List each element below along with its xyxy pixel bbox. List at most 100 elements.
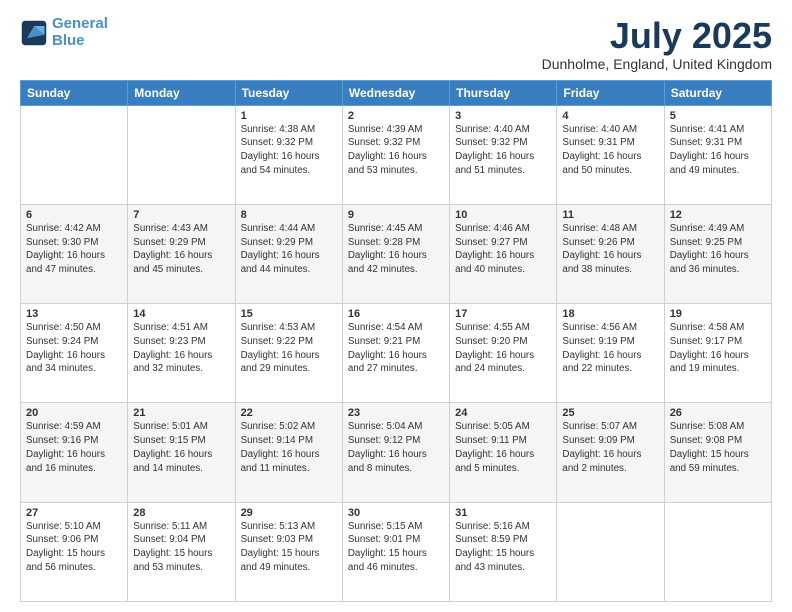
day-info: Sunrise: 4:40 AM Sunset: 9:32 PM Dayligh… [455, 123, 551, 178]
calendar-cell: 3Sunrise: 4:40 AM Sunset: 9:32 PM Daylig… [450, 105, 557, 204]
calendar-cell: 21Sunrise: 5:01 AM Sunset: 9:15 PM Dayli… [128, 403, 235, 502]
day-info: Sunrise: 4:40 AM Sunset: 9:31 PM Dayligh… [562, 123, 658, 178]
day-number: 6 [26, 209, 122, 221]
day-number: 30 [348, 507, 444, 519]
calendar-cell: 4Sunrise: 4:40 AM Sunset: 9:31 PM Daylig… [557, 105, 664, 204]
day-number: 23 [348, 407, 444, 419]
day-number: 12 [670, 209, 766, 221]
calendar-cell [557, 502, 664, 601]
calendar-cell: 10Sunrise: 4:46 AM Sunset: 9:27 PM Dayli… [450, 204, 557, 303]
day-info: Sunrise: 4:48 AM Sunset: 9:26 PM Dayligh… [562, 222, 658, 277]
calendar-cell: 23Sunrise: 5:04 AM Sunset: 9:12 PM Dayli… [342, 403, 449, 502]
logo-text: General Blue [52, 16, 108, 49]
logo-blue: Blue [52, 32, 85, 49]
calendar-table: SundayMondayTuesdayWednesdayThursdayFrid… [20, 80, 772, 602]
day-number: 8 [241, 209, 337, 221]
day-number: 31 [455, 507, 551, 519]
calendar-cell: 26Sunrise: 5:08 AM Sunset: 9:08 PM Dayli… [664, 403, 771, 502]
day-number: 13 [26, 308, 122, 320]
calendar-cell: 6Sunrise: 4:42 AM Sunset: 9:30 PM Daylig… [21, 204, 128, 303]
logo-general: General [52, 15, 108, 32]
calendar-cell: 2Sunrise: 4:39 AM Sunset: 9:32 PM Daylig… [342, 105, 449, 204]
calendar-cell: 24Sunrise: 5:05 AM Sunset: 9:11 PM Dayli… [450, 403, 557, 502]
day-info: Sunrise: 5:13 AM Sunset: 9:03 PM Dayligh… [241, 520, 337, 575]
calendar-cell [21, 105, 128, 204]
calendar-cell: 14Sunrise: 4:51 AM Sunset: 9:23 PM Dayli… [128, 304, 235, 403]
day-info: Sunrise: 4:43 AM Sunset: 9:29 PM Dayligh… [133, 222, 229, 277]
calendar-cell: 5Sunrise: 4:41 AM Sunset: 9:31 PM Daylig… [664, 105, 771, 204]
day-info: Sunrise: 5:10 AM Sunset: 9:06 PM Dayligh… [26, 520, 122, 575]
calendar-cell: 8Sunrise: 4:44 AM Sunset: 9:29 PM Daylig… [235, 204, 342, 303]
month-title: July 2025 [542, 16, 772, 56]
day-number: 18 [562, 308, 658, 320]
day-number: 11 [562, 209, 658, 221]
day-info: Sunrise: 4:59 AM Sunset: 9:16 PM Dayligh… [26, 420, 122, 475]
page: General Blue July 2025 Dunholme, England… [0, 0, 792, 612]
logo-icon [20, 19, 48, 47]
weekday-header: Friday [557, 80, 664, 105]
day-info: Sunrise: 4:53 AM Sunset: 9:22 PM Dayligh… [241, 321, 337, 376]
calendar-cell: 13Sunrise: 4:50 AM Sunset: 9:24 PM Dayli… [21, 304, 128, 403]
day-number: 17 [455, 308, 551, 320]
day-number: 16 [348, 308, 444, 320]
day-number: 22 [241, 407, 337, 419]
calendar-cell: 19Sunrise: 4:58 AM Sunset: 9:17 PM Dayli… [664, 304, 771, 403]
calendar-cell: 16Sunrise: 4:54 AM Sunset: 9:21 PM Dayli… [342, 304, 449, 403]
calendar-cell: 17Sunrise: 4:55 AM Sunset: 9:20 PM Dayli… [450, 304, 557, 403]
day-info: Sunrise: 5:08 AM Sunset: 9:08 PM Dayligh… [670, 420, 766, 475]
day-number: 26 [670, 407, 766, 419]
calendar-cell: 18Sunrise: 4:56 AM Sunset: 9:19 PM Dayli… [557, 304, 664, 403]
day-info: Sunrise: 4:41 AM Sunset: 9:31 PM Dayligh… [670, 123, 766, 178]
day-info: Sunrise: 5:01 AM Sunset: 9:15 PM Dayligh… [133, 420, 229, 475]
day-number: 27 [26, 507, 122, 519]
day-number: 3 [455, 110, 551, 122]
day-info: Sunrise: 4:42 AM Sunset: 9:30 PM Dayligh… [26, 222, 122, 277]
calendar-cell: 9Sunrise: 4:45 AM Sunset: 9:28 PM Daylig… [342, 204, 449, 303]
calendar-cell: 31Sunrise: 5:16 AM Sunset: 8:59 PM Dayli… [450, 502, 557, 601]
day-number: 9 [348, 209, 444, 221]
day-info: Sunrise: 4:51 AM Sunset: 9:23 PM Dayligh… [133, 321, 229, 376]
calendar-cell: 20Sunrise: 4:59 AM Sunset: 9:16 PM Dayli… [21, 403, 128, 502]
day-number: 29 [241, 507, 337, 519]
day-info: Sunrise: 5:11 AM Sunset: 9:04 PM Dayligh… [133, 520, 229, 575]
logo: General Blue [20, 16, 108, 49]
calendar-week-row: 13Sunrise: 4:50 AM Sunset: 9:24 PM Dayli… [21, 304, 772, 403]
day-info: Sunrise: 4:49 AM Sunset: 9:25 PM Dayligh… [670, 222, 766, 277]
day-number: 10 [455, 209, 551, 221]
calendar-cell: 27Sunrise: 5:10 AM Sunset: 9:06 PM Dayli… [21, 502, 128, 601]
day-info: Sunrise: 4:58 AM Sunset: 9:17 PM Dayligh… [670, 321, 766, 376]
calendar-cell [128, 105, 235, 204]
day-info: Sunrise: 4:54 AM Sunset: 9:21 PM Dayligh… [348, 321, 444, 376]
day-number: 1 [241, 110, 337, 122]
header: General Blue July 2025 Dunholme, England… [20, 16, 772, 72]
calendar-week-row: 1Sunrise: 4:38 AM Sunset: 9:32 PM Daylig… [21, 105, 772, 204]
calendar-week-row: 20Sunrise: 4:59 AM Sunset: 9:16 PM Dayli… [21, 403, 772, 502]
day-info: Sunrise: 5:16 AM Sunset: 8:59 PM Dayligh… [455, 520, 551, 575]
weekday-header: Saturday [664, 80, 771, 105]
day-info: Sunrise: 4:44 AM Sunset: 9:29 PM Dayligh… [241, 222, 337, 277]
location: Dunholme, England, United Kingdom [542, 56, 772, 72]
day-number: 28 [133, 507, 229, 519]
calendar-cell: 22Sunrise: 5:02 AM Sunset: 9:14 PM Dayli… [235, 403, 342, 502]
day-info: Sunrise: 5:07 AM Sunset: 9:09 PM Dayligh… [562, 420, 658, 475]
title-block: July 2025 Dunholme, England, United King… [542, 16, 772, 72]
weekday-header: Tuesday [235, 80, 342, 105]
calendar-cell: 11Sunrise: 4:48 AM Sunset: 9:26 PM Dayli… [557, 204, 664, 303]
calendar-cell: 25Sunrise: 5:07 AM Sunset: 9:09 PM Dayli… [557, 403, 664, 502]
day-info: Sunrise: 4:46 AM Sunset: 9:27 PM Dayligh… [455, 222, 551, 277]
day-number: 2 [348, 110, 444, 122]
calendar-cell: 29Sunrise: 5:13 AM Sunset: 9:03 PM Dayli… [235, 502, 342, 601]
day-number: 5 [670, 110, 766, 122]
weekday-header: Monday [128, 80, 235, 105]
day-number: 14 [133, 308, 229, 320]
day-info: Sunrise: 5:04 AM Sunset: 9:12 PM Dayligh… [348, 420, 444, 475]
day-info: Sunrise: 5:15 AM Sunset: 9:01 PM Dayligh… [348, 520, 444, 575]
day-number: 19 [670, 308, 766, 320]
day-info: Sunrise: 5:02 AM Sunset: 9:14 PM Dayligh… [241, 420, 337, 475]
day-info: Sunrise: 4:56 AM Sunset: 9:19 PM Dayligh… [562, 321, 658, 376]
day-number: 25 [562, 407, 658, 419]
calendar-week-row: 27Sunrise: 5:10 AM Sunset: 9:06 PM Dayli… [21, 502, 772, 601]
calendar-week-row: 6Sunrise: 4:42 AM Sunset: 9:30 PM Daylig… [21, 204, 772, 303]
day-info: Sunrise: 4:38 AM Sunset: 9:32 PM Dayligh… [241, 123, 337, 178]
weekday-header: Wednesday [342, 80, 449, 105]
